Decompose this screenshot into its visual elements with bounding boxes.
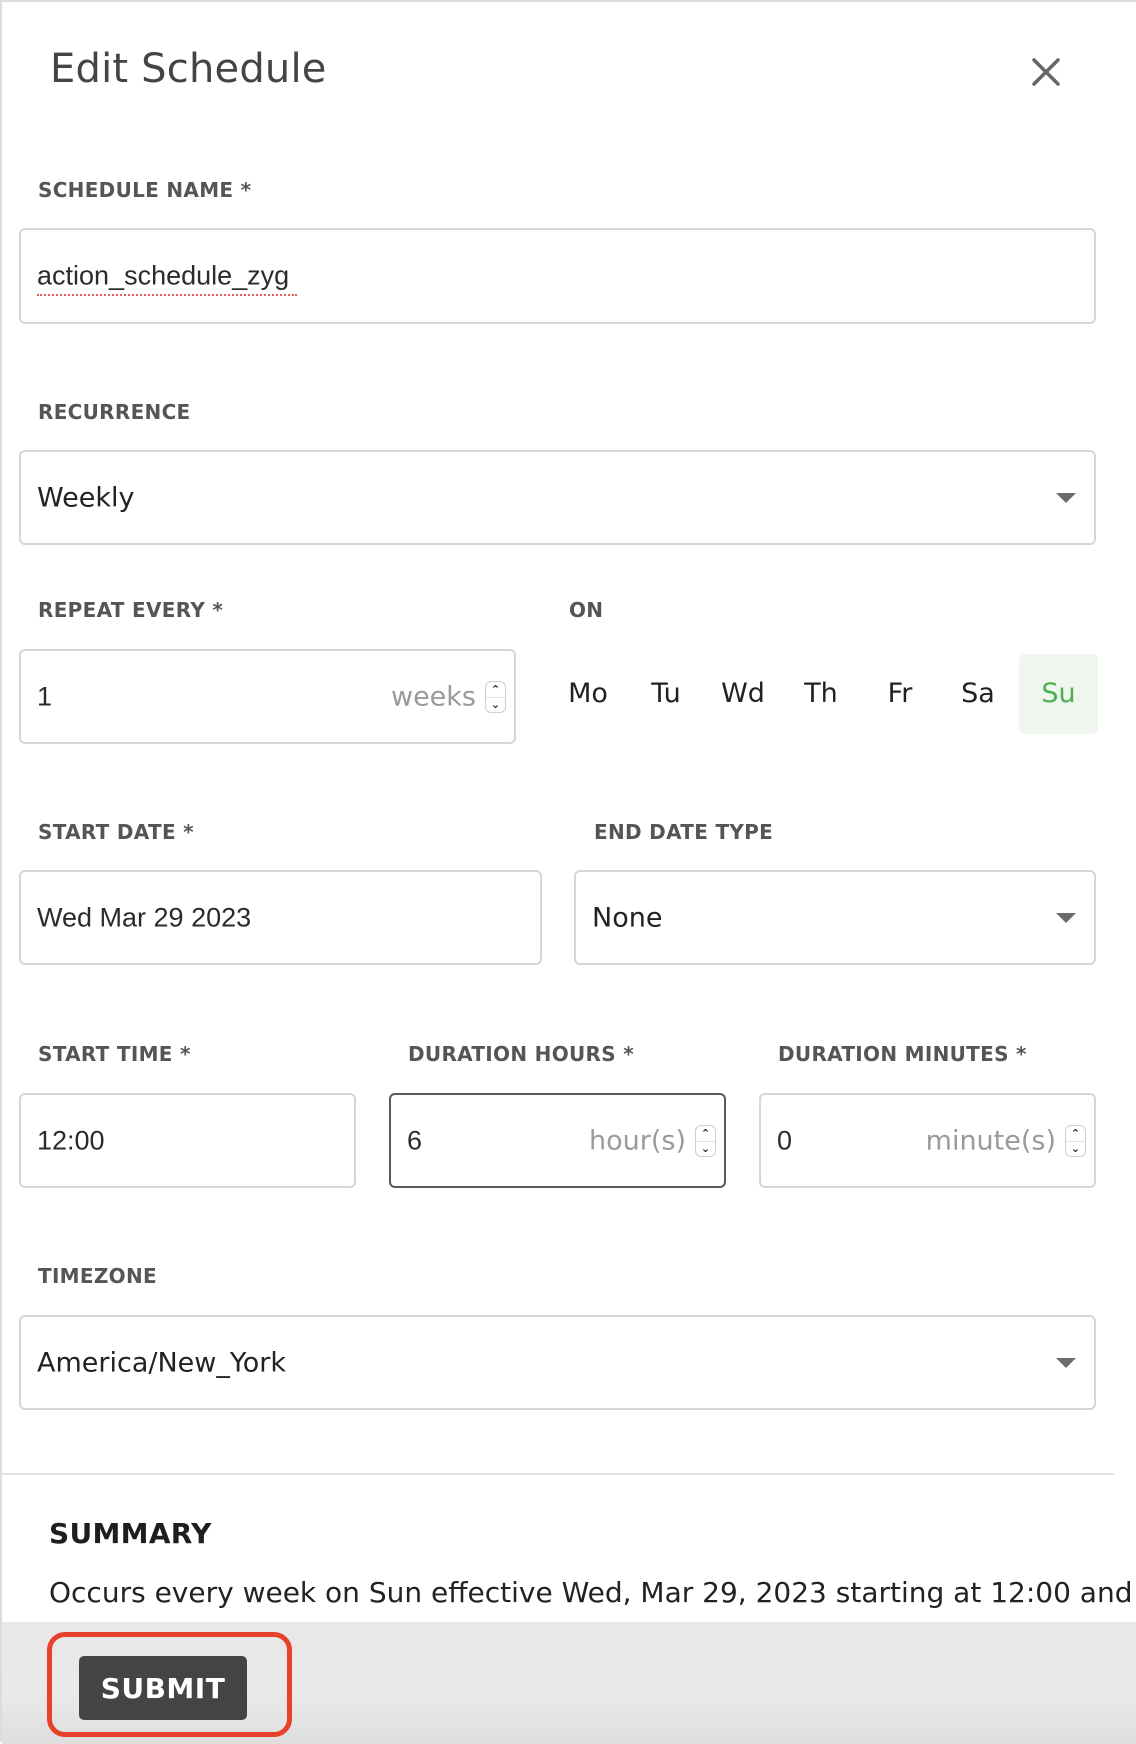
day-toggle-wd[interactable]: Wd <box>707 654 779 734</box>
timezone-select[interactable]: America/New_York <box>19 1315 1096 1410</box>
stepper-down-icon[interactable]: ⌄ <box>486 697 505 712</box>
start-time-label: START TIME * <box>38 1042 191 1066</box>
duration-minutes-input[interactable]: 0 minute(s) ⌃ ⌄ <box>759 1093 1096 1188</box>
schedule-name-input[interactable]: action_schedule_zyg <box>19 228 1096 324</box>
stepper-up-icon[interactable]: ⌃ <box>486 682 505 698</box>
stepper-down-icon[interactable]: ⌄ <box>696 1141 715 1156</box>
duration-minutes-unit: minute(s) <box>925 1125 1056 1156</box>
spellcheck-underline <box>37 294 297 296</box>
summary-title: SUMMARY <box>49 1517 212 1550</box>
repeat-every-stepper[interactable]: ⌃ ⌄ <box>485 680 506 713</box>
repeat-every-unit: weeks <box>390 681 476 712</box>
day-toggle-fr[interactable]: Fr <box>864 654 936 734</box>
start-date-label: START DATE * <box>38 820 194 844</box>
day-toggle-mo[interactable]: Mo <box>552 654 624 734</box>
recurrence-label: RECURRENCE <box>38 400 191 424</box>
summary-text: Occurs every week on Sun effective Wed, … <box>49 1576 1133 1609</box>
repeat-every-label: REPEAT EVERY * <box>38 598 224 622</box>
duration-hours-label: DURATION HOURS * <box>408 1042 634 1066</box>
on-label: ON <box>569 598 604 622</box>
stepper-down-icon[interactable]: ⌄ <box>1066 1141 1085 1156</box>
chevron-down-icon <box>1056 492 1076 503</box>
start-time-input[interactable]: 12:00 <box>19 1093 356 1188</box>
close-button[interactable] <box>1028 54 1064 90</box>
start-time-value: 12:00 <box>37 1125 105 1155</box>
submit-button[interactable]: SUBMIT <box>79 1656 247 1720</box>
recurrence-select[interactable]: Weekly <box>19 450 1096 545</box>
duration-minutes-value: 0 <box>777 1125 793 1155</box>
schedule-name-value: action_schedule_zyg <box>37 260 290 291</box>
day-toggle-tu[interactable]: Tu <box>630 654 702 734</box>
start-date-value: Wed Mar 29 2023 <box>37 902 252 932</box>
recurrence-value: Weekly <box>37 482 135 513</box>
dialog-title: Edit Schedule <box>50 46 327 92</box>
day-toggle-sa[interactable]: Sa <box>942 654 1014 734</box>
timezone-label: TIMEZONE <box>38 1264 157 1288</box>
day-toggle-th[interactable]: Th <box>785 654 857 734</box>
schedule-name-label: SCHEDULE NAME * <box>38 178 252 202</box>
end-date-type-select[interactable]: None <box>574 870 1096 965</box>
end-date-type-label: END DATE TYPE <box>594 820 774 844</box>
day-toggle-su[interactable]: Su <box>1019 654 1098 734</box>
chevron-down-icon <box>1056 1357 1076 1368</box>
edit-schedule-dialog: Edit Schedule SCHEDULE NAME * action_sch… <box>0 0 1136 1744</box>
end-date-type-value: None <box>592 902 663 933</box>
repeat-every-input[interactable]: 1 weeks ⌃ ⌄ <box>19 649 516 744</box>
close-icon <box>1032 58 1060 86</box>
duration-minutes-stepper[interactable]: ⌃ ⌄ <box>1065 1124 1086 1157</box>
duration-hours-input[interactable]: 6 hour(s) ⌃ ⌄ <box>389 1093 726 1188</box>
timezone-value: America/New_York <box>37 1347 287 1378</box>
duration-hours-stepper[interactable]: ⌃ ⌄ <box>695 1124 716 1157</box>
start-date-input[interactable]: Wed Mar 29 2023 <box>19 870 542 965</box>
duration-hours-value: 6 <box>407 1125 423 1155</box>
duration-hours-unit: hour(s) <box>589 1125 686 1156</box>
chevron-down-icon <box>1056 912 1076 923</box>
section-divider <box>2 1473 1114 1475</box>
stepper-up-icon[interactable]: ⌃ <box>1066 1126 1085 1142</box>
duration-minutes-label: DURATION MINUTES * <box>778 1042 1027 1066</box>
repeat-every-value: 1 <box>37 681 53 711</box>
stepper-up-icon[interactable]: ⌃ <box>696 1126 715 1142</box>
